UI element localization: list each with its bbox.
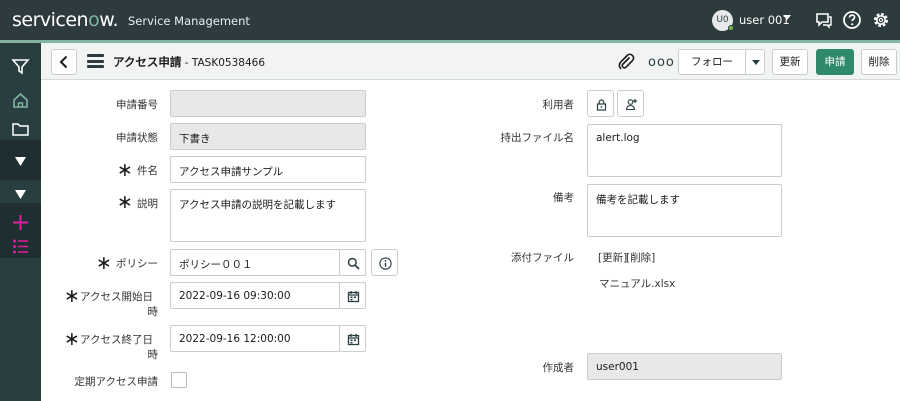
add-user-icon xyxy=(625,99,637,111)
submit-button[interactable]: 申請 xyxy=(816,49,854,75)
policy-search-button[interactable] xyxy=(339,249,366,276)
access-end-calendar-button[interactable] xyxy=(339,325,366,352)
search-icon xyxy=(347,257,360,270)
page-title: アクセス申請 - TASK0538466 xyxy=(113,54,265,70)
attachment-update-link[interactable]: [更新] xyxy=(598,250,627,265)
more-options-icon[interactable]: ooo xyxy=(648,55,675,70)
list-icon[interactable] xyxy=(10,236,31,257)
required-mark: ∗ xyxy=(117,159,133,181)
attachment-delete-link[interactable]: [削除] xyxy=(626,250,655,265)
periodic-access-label: 定期アクセス申請 xyxy=(74,376,158,388)
form-title: アクセス申請 xyxy=(113,55,182,69)
calendar-icon xyxy=(347,334,360,346)
export-file-name-textarea[interactable]: alert.log xyxy=(587,124,782,177)
online-status-dot xyxy=(728,25,734,31)
triangle-down-icon[interactable] xyxy=(10,151,31,172)
access-end-label: アクセス終了日 xyxy=(80,334,153,346)
triangle-down-icon[interactable] xyxy=(10,184,31,205)
paperclip-icon[interactable] xyxy=(616,52,636,72)
follow-button[interactable]: フォロー xyxy=(678,49,746,75)
info-icon xyxy=(379,257,392,270)
request-number-field xyxy=(170,90,366,117)
creator-field: user001 xyxy=(587,353,782,380)
product-name: Service Management xyxy=(128,14,250,28)
access-end-input[interactable]: 2022-09-16 12:00:00 xyxy=(170,325,340,352)
remarks-label: 備考 xyxy=(553,192,574,204)
delete-button[interactable]: 削除 xyxy=(861,49,897,75)
policy-input[interactable]: ポリシー００１ xyxy=(170,249,340,276)
export-file-name-label: 持出ファイル名 xyxy=(500,132,575,144)
access-start-label: アクセス開始日 xyxy=(80,291,153,303)
update-button[interactable]: 更新 xyxy=(772,49,808,75)
policy-info-button[interactable] xyxy=(371,249,398,276)
required-mark: ∗ xyxy=(64,285,80,307)
filter-icon[interactable] xyxy=(10,56,31,77)
access-start-calendar-button[interactable] xyxy=(339,282,366,309)
user-add-button[interactable] xyxy=(617,90,644,117)
avatar-initials: U0 xyxy=(716,15,729,25)
help-icon[interactable] xyxy=(842,10,862,30)
user-menu-caret-icon[interactable] xyxy=(783,15,791,20)
chat-icon[interactable] xyxy=(814,10,834,30)
menu-icon[interactable] xyxy=(87,54,104,68)
chevron-left-icon xyxy=(59,55,68,69)
user-lock-button[interactable] xyxy=(587,90,614,117)
user-label: 利用者 xyxy=(542,99,575,111)
servicenow-logo[interactable]: servicenow. xyxy=(12,9,119,31)
required-mark: ∗ xyxy=(117,191,133,213)
back-button[interactable] xyxy=(51,49,77,75)
subject-label: 件名 xyxy=(137,165,158,177)
required-mark: ∗ xyxy=(64,328,80,350)
subject-input[interactable]: アクセス申請サンプル xyxy=(170,156,366,183)
record-number: - TASK0538466 xyxy=(181,57,265,69)
top-bar: servicenow. Service Management U0 user 0… xyxy=(0,0,900,40)
gear-icon[interactable] xyxy=(871,10,891,30)
user-avatar[interactable]: U0 xyxy=(712,10,734,31)
description-label: 説明 xyxy=(137,198,158,210)
attachment-label: 添付ファイル xyxy=(511,252,574,264)
folder-icon[interactable] xyxy=(10,119,31,140)
request-status-label: 申請状態 xyxy=(116,132,158,144)
side-navigation xyxy=(0,43,41,401)
request-status-field: 下書き xyxy=(170,123,366,150)
policy-label: ポリシー xyxy=(116,258,158,270)
follow-dropdown-button[interactable] xyxy=(745,49,765,75)
periodic-access-checkbox[interactable] xyxy=(171,372,187,388)
access-end-label-line2: 時 xyxy=(147,349,159,361)
attachment-file-link[interactable]: マニュアル.xlsx xyxy=(599,276,675,291)
home-icon[interactable] xyxy=(10,90,31,111)
request-number-label: 申請番号 xyxy=(116,99,158,111)
remarks-textarea[interactable]: 備考を記載します xyxy=(587,184,782,237)
creator-label: 作成者 xyxy=(542,362,575,374)
description-textarea[interactable]: アクセス申請の説明を記載します xyxy=(170,189,366,242)
form-header: アクセス申請 - TASK0538466 ooo フォロー 更新 申請 削除 xyxy=(41,43,900,80)
required-mark: ∗ xyxy=(96,252,112,274)
lock-icon xyxy=(596,99,607,111)
access-start-label-line2: 時 xyxy=(147,306,159,318)
access-start-input[interactable]: 2022-09-16 09:30:00 xyxy=(170,282,340,309)
plus-icon[interactable] xyxy=(10,212,31,233)
calendar-icon xyxy=(347,291,360,303)
